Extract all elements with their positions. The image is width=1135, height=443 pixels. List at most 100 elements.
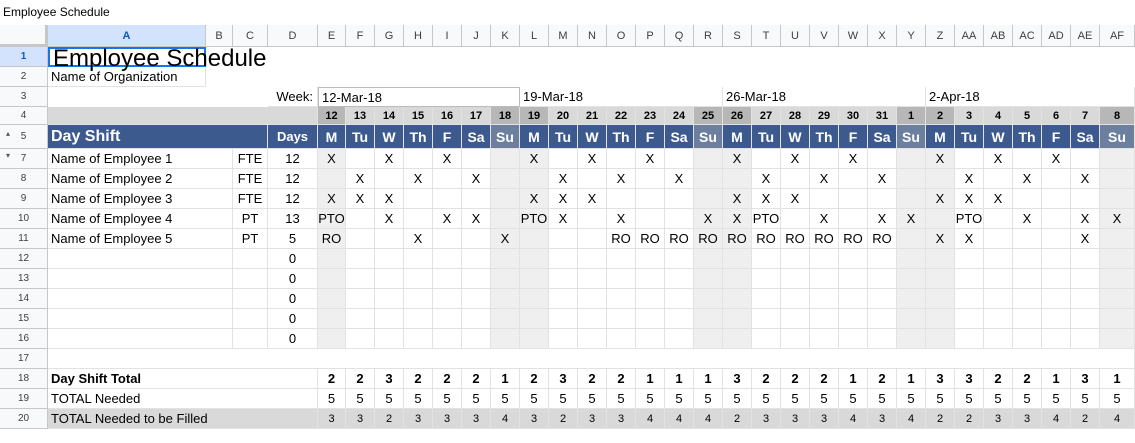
schedule-cell[interactable] (375, 249, 404, 269)
day-number[interactable]: 28 (781, 107, 810, 125)
day-letter[interactable]: Sa (868, 125, 897, 149)
total-needed-value[interactable]: 5 (926, 389, 955, 409)
schedule-cell[interactable] (1042, 229, 1071, 249)
schedule-cell[interactable] (1013, 189, 1042, 209)
day-shift-total-value[interactable]: 2 (404, 369, 433, 389)
schedule-cell[interactable] (433, 169, 462, 189)
schedule-cell[interactable]: X (926, 189, 955, 209)
schedule-cell[interactable] (318, 169, 346, 189)
schedule-cell[interactable] (926, 249, 955, 269)
column-header-c[interactable]: C (233, 25, 268, 47)
schedule-cell[interactable] (404, 209, 433, 229)
schedule-cell[interactable]: X (810, 169, 839, 189)
employee-days[interactable]: 12 (268, 189, 318, 209)
column-header-y[interactable]: Y (897, 25, 926, 47)
schedule-cell[interactable] (694, 309, 723, 329)
schedule-cell[interactable] (781, 309, 810, 329)
schedule-cell[interactable] (1071, 249, 1100, 269)
schedule-cell[interactable]: X (318, 149, 346, 169)
column-header-af[interactable]: AF (1100, 25, 1135, 47)
week-date-2[interactable]: 19-Mar-18 (520, 87, 723, 107)
schedule-cell[interactable] (607, 289, 636, 309)
column-header-t[interactable]: T (752, 25, 781, 47)
column-header-k[interactable]: K (491, 25, 520, 47)
total-to-fill-value[interactable]: 2 (375, 409, 404, 429)
day-number[interactable]: 21 (578, 107, 607, 125)
total-needed-value[interactable]: 5 (810, 389, 839, 409)
day-letter[interactable]: Tu (955, 125, 984, 149)
employee-type[interactable]: FTE (233, 149, 268, 169)
schedule-cell[interactable] (404, 249, 433, 269)
schedule-cell[interactable] (781, 329, 810, 349)
day-number[interactable]: 26 (723, 107, 752, 125)
schedule-cell[interactable] (926, 169, 955, 189)
organization-cell[interactable]: Name of Organization (48, 67, 206, 87)
day-letter[interactable]: Su (1100, 125, 1135, 149)
day-letter[interactable]: Th (1013, 125, 1042, 149)
day-letter[interactable]: F (839, 125, 868, 149)
spreadsheet-grid[interactable]: A B C D E F G H I J K L M N O P Q R S T U V W X Y Z AA AB AC AD AE AF 1 2… (0, 25, 1135, 443)
schedule-cell[interactable] (1071, 309, 1100, 329)
schedule-cell[interactable] (984, 169, 1013, 189)
day-number[interactable]: 27 (752, 107, 781, 125)
day-number[interactable]: 25 (694, 107, 723, 125)
total-needed-value[interactable]: 5 (781, 389, 810, 409)
total-to-fill-value[interactable]: 4 (839, 409, 868, 429)
schedule-cell[interactable] (318, 329, 346, 349)
day-shift-total-value[interactable]: 3 (1071, 369, 1100, 389)
total-to-fill-value[interactable]: 3 (346, 409, 375, 429)
schedule-cell[interactable]: RO (318, 229, 346, 249)
schedule-cell[interactable] (839, 169, 868, 189)
schedule-cell[interactable] (839, 289, 868, 309)
schedule-cell[interactable] (984, 229, 1013, 249)
schedule-cell[interactable] (491, 329, 520, 349)
schedule-cell[interactable] (868, 329, 897, 349)
total-needed-value[interactable]: 5 (868, 389, 897, 409)
schedule-cell[interactable] (665, 309, 694, 329)
schedule-cell[interactable] (984, 329, 1013, 349)
schedule-cell[interactable] (781, 169, 810, 189)
schedule-cell[interactable] (955, 289, 984, 309)
schedule-cell[interactable] (636, 329, 665, 349)
schedule-cell[interactable] (1100, 329, 1135, 349)
total-needed-label[interactable]: TOTAL Needed (48, 389, 318, 409)
day-letter[interactable]: F (1042, 125, 1071, 149)
schedule-cell[interactable] (897, 169, 926, 189)
employee-type[interactable]: PT (233, 209, 268, 229)
total-needed-value[interactable]: 5 (694, 389, 723, 409)
row-header-13[interactable]: 13 (0, 269, 48, 289)
schedule-cell[interactable] (491, 309, 520, 329)
total-needed-value[interactable]: 5 (897, 389, 926, 409)
schedule-cell[interactable]: X (375, 209, 404, 229)
schedule-cell[interactable]: RO (607, 229, 636, 249)
total-to-fill-value[interactable]: 3 (578, 409, 607, 429)
day-letter[interactable]: W (984, 125, 1013, 149)
schedule-cell[interactable] (318, 309, 346, 329)
total-needed-value[interactable]: 5 (839, 389, 868, 409)
schedule-cell[interactable]: X (926, 149, 955, 169)
schedule-cell[interactable] (723, 329, 752, 349)
day-number[interactable]: 5 (1013, 107, 1042, 125)
schedule-cell[interactable] (375, 329, 404, 349)
row-header-10[interactable]: 10 (0, 209, 48, 229)
schedule-cell[interactable] (404, 269, 433, 289)
total-to-fill-value[interactable]: 3 (520, 409, 549, 429)
schedule-cell[interactable] (346, 309, 375, 329)
schedule-cell[interactable] (1042, 269, 1071, 289)
schedule-cell[interactable] (318, 249, 346, 269)
schedule-cell[interactable] (404, 309, 433, 329)
day-shift-total-value[interactable]: 3 (375, 369, 404, 389)
schedule-cell[interactable] (868, 189, 897, 209)
schedule-cell[interactable] (433, 329, 462, 349)
schedule-cell[interactable] (926, 289, 955, 309)
schedule-cell[interactable] (491, 289, 520, 309)
schedule-cell[interactable]: X (404, 229, 433, 249)
schedule-cell[interactable] (694, 189, 723, 209)
column-header-l[interactable]: L (520, 25, 549, 47)
schedule-cell[interactable] (607, 329, 636, 349)
schedule-cell[interactable]: X (520, 189, 549, 209)
column-header-ac[interactable]: AC (1013, 25, 1042, 47)
total-to-fill-value[interactable]: 3 (318, 409, 346, 429)
total-needed-value[interactable]: 5 (520, 389, 549, 409)
days-header[interactable]: Days (268, 125, 318, 149)
